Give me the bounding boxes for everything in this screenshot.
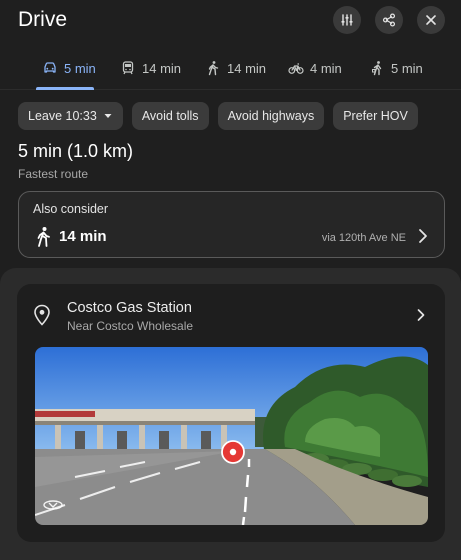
tab-rideshare-label: 5 min: [391, 60, 423, 76]
close-button[interactable]: [417, 6, 445, 34]
route-description: Fastest route: [18, 167, 89, 181]
tune-icon: [341, 14, 353, 26]
bottom-sheet: Costco Gas Station Near Costco Wholesale: [0, 268, 461, 560]
travel-mode-tabs: 5 min 14 min 14 min 4 min 5 min: [0, 46, 461, 90]
route-time-distance: 5 min (1.0 km): [18, 141, 134, 161]
street-view-image[interactable]: [35, 347, 428, 525]
location-pin-icon: [34, 304, 50, 326]
close-icon: [426, 15, 436, 25]
tab-bike-label: 4 min: [310, 60, 342, 76]
chevron-right-icon: [419, 229, 427, 243]
leave-time-label: Leave 10:33: [28, 109, 97, 123]
tab-rideshare[interactable]: 5 min: [369, 46, 423, 90]
dropdown-arrow-icon: [104, 114, 112, 118]
place-name: Costco Gas Station: [67, 300, 192, 316]
walk-icon: [37, 227, 50, 247]
route-option-chips: Leave 10:33 Avoid tolls Avoid highways P…: [18, 102, 418, 130]
avoid-tolls-chip[interactable]: Avoid tolls: [131, 102, 209, 130]
walk-icon: [208, 61, 219, 76]
share-button[interactable]: [375, 6, 403, 34]
tab-bike[interactable]: 4 min: [288, 46, 342, 90]
also-consider-title: Also consider: [33, 202, 109, 216]
header: Drive: [0, 0, 461, 42]
route-options-button[interactable]: [333, 6, 361, 34]
car-icon: [44, 62, 56, 73]
rideshare-icon: [372, 61, 382, 76]
tab-transit-label: 14 min: [142, 60, 182, 76]
bike-icon: [288, 63, 304, 74]
tab-walk[interactable]: 14 min: [205, 46, 266, 90]
page-title: Drive: [18, 8, 68, 31]
also-consider-time: 14 min: [59, 228, 107, 245]
tab-transit[interactable]: 14 min: [120, 46, 181, 90]
leave-time-chip[interactable]: Leave 10:33: [18, 102, 123, 130]
share-icon: [382, 13, 396, 27]
avoid-highways-chip[interactable]: Avoid highways: [217, 102, 325, 130]
active-tab-indicator: [36, 87, 94, 90]
tab-drive-label: 5 min: [64, 60, 96, 76]
place-card[interactable]: Costco Gas Station Near Costco Wholesale: [17, 284, 445, 542]
also-consider-card[interactable]: Also consider 14 min via 120th Ave NE: [18, 191, 445, 258]
chevron-right-icon: [417, 309, 425, 321]
tab-walk-label: 14 min: [227, 60, 267, 76]
transit-icon: [122, 61, 134, 75]
place-subtitle: Near Costco Wholesale: [67, 319, 194, 333]
prefer-hov-chip[interactable]: Prefer HOV: [333, 102, 418, 130]
also-consider-via: via 120th Ave NE: [321, 232, 406, 244]
tab-drive[interactable]: 5 min: [42, 46, 96, 90]
